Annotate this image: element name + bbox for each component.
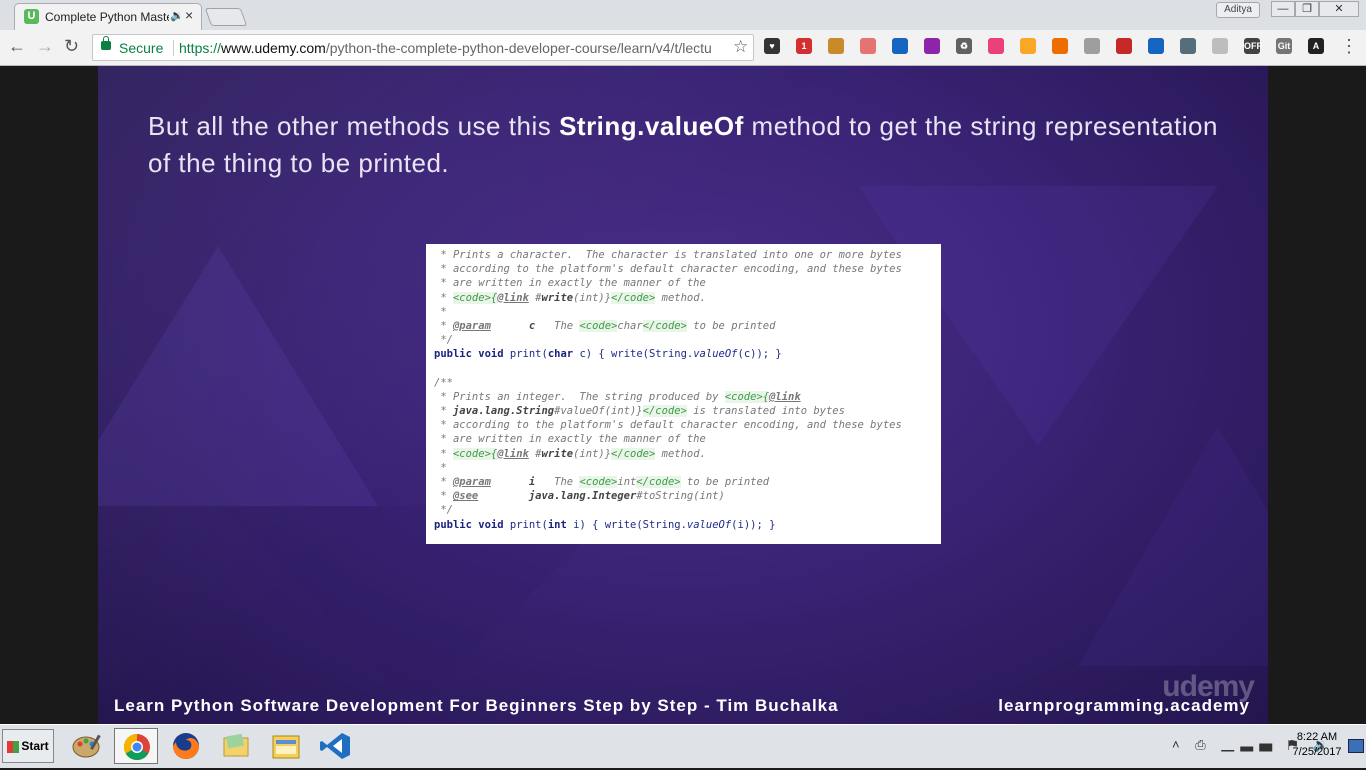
code-line: public void print(int i) { write(String.… <box>434 518 776 531</box>
explorer-taskbar-icon[interactable] <box>264 728 308 764</box>
ruler-icon[interactable] <box>828 38 844 54</box>
opera-badge-icon[interactable]: 1 <box>796 38 812 54</box>
code-line: public void print(char c) { write(String… <box>434 348 782 361</box>
vscode-taskbar-icon[interactable] <box>314 728 358 764</box>
lastpass-icon[interactable] <box>1116 38 1132 54</box>
close-window-button[interactable]: ✕ <box>1319 1 1359 17</box>
url-text[interactable]: https://www.udemy.com/python-the-complet… <box>179 40 724 56</box>
omnibox-separator <box>173 40 174 56</box>
code-line: * <box>434 461 447 474</box>
pocket-icon[interactable]: ♥ <box>764 38 780 54</box>
account-icon[interactable]: A <box>1308 38 1324 54</box>
taskbar: Start ˄ ⎙ ▁▃▅ ⚑ 🔉 8:22 AM 7/25/2017 <box>0 724 1366 768</box>
bookmark-star-icon[interactable]: ☆ <box>733 37 748 57</box>
chrome-taskbar-icon[interactable] <box>114 728 158 764</box>
address-bar[interactable]: Secure https://www.udemy.com/python-the-… <box>92 34 754 61</box>
code-line: * <code>{@link #write(int)}</code> metho… <box>434 447 706 460</box>
heading-bold-term: String.valueOf <box>559 111 744 141</box>
hex-icon[interactable] <box>1084 38 1100 54</box>
code-line: * according to the platform's default ch… <box>434 419 902 432</box>
tab-title: Complete Python Maste <box>45 10 169 24</box>
url-host: www.udemy.com <box>221 40 326 56</box>
bg-shape <box>1078 426 1268 666</box>
colorwheel-icon[interactable] <box>924 38 940 54</box>
profile-button[interactable]: Aditya <box>1216 2 1260 18</box>
gradient-icon[interactable] <box>988 38 1004 54</box>
new-tab-button[interactable] <box>204 8 248 26</box>
code-snippet: * Prints a character. The character is t… <box>426 244 941 544</box>
gitzip-icon[interactable]: Git <box>1276 38 1292 54</box>
code-line: * <box>434 305 447 318</box>
paint-taskbar-icon[interactable] <box>64 728 108 764</box>
note-icon[interactable] <box>1020 38 1036 54</box>
code-line: * @param c The <code>char</code> to be p… <box>434 319 776 332</box>
forward-button[interactable]: → <box>36 36 54 57</box>
lecture-slide: But all the other methods use this Strin… <box>98 66 1268 724</box>
off-icon[interactable]: OFF <box>1244 38 1262 54</box>
start-button[interactable]: Start <box>2 729 54 763</box>
slide-heading: But all the other methods use this Strin… <box>148 108 1218 182</box>
windows-flag-icon <box>7 740 20 753</box>
code-line: * <code>{@link #write(int)}</code> metho… <box>434 291 706 304</box>
heading-text-before: But all the other methods use this <box>148 111 560 141</box>
bg-shape <box>98 246 378 506</box>
secure-label[interactable]: Secure <box>119 40 163 56</box>
restore-button[interactable]: ❐ <box>1295 1 1319 17</box>
firefox-taskbar-icon[interactable] <box>164 728 208 764</box>
url-path: /python-the-complete-python-developer-co… <box>325 40 712 56</box>
browser-toolbar: ← → ↻ Secure https://www.udemy.com/pytho… <box>0 30 1366 66</box>
folder-taskbar-icon[interactable] <box>214 728 258 764</box>
code-line: */ <box>434 334 453 347</box>
panel-icon[interactable] <box>860 38 876 54</box>
clock[interactable]: 8:22 AM 7/25/2017 <box>1288 730 1346 760</box>
start-label: Start <box>21 739 49 753</box>
course-title-footer: Learn Python Software Development For Be… <box>114 696 839 715</box>
code-line: * are written in exactly the manner of t… <box>434 277 706 290</box>
lock-icon <box>101 36 111 50</box>
bowl-icon[interactable] <box>1052 38 1068 54</box>
back-button[interactable]: ← <box>8 36 26 57</box>
audio-playing-icon[interactable]: 🔉 <box>170 9 184 22</box>
code-line: */ <box>434 504 453 517</box>
minimize-button[interactable]: — <box>1271 1 1295 17</box>
clock-date: 7/25/2017 <box>1292 746 1342 758</box>
site-footer: learnprogramming.academy <box>998 696 1250 715</box>
circle-icon[interactable] <box>1212 38 1228 54</box>
code-line: * java.lang.String#valueOf(int)}</code> … <box>434 405 845 418</box>
code-line: /** <box>434 376 453 389</box>
show-desktop-icon[interactable] <box>1348 739 1364 753</box>
code-line: * according to the platform's default ch… <box>434 263 902 276</box>
save-icon[interactable] <box>1148 38 1164 54</box>
code-line: * Prints an integer. The string produced… <box>434 390 801 403</box>
tab-close-icon[interactable]: × <box>185 7 193 23</box>
recycle-icon[interactable]: ♻ <box>956 38 972 54</box>
code-line: * are written in exactly the manner of t… <box>434 433 706 446</box>
video-player[interactable]: But all the other methods use this Strin… <box>0 66 1366 724</box>
browser-tab[interactable]: U Complete Python Maste 🔉 × <box>14 3 202 30</box>
code-line: * Prints a character. The character is t… <box>434 249 902 261</box>
tab-strip: U Complete Python Maste 🔉 × Aditya — ❐ ✕ <box>0 0 1366 30</box>
copy-icon[interactable] <box>1180 38 1196 54</box>
clock-time: 8:22 AM <box>1296 731 1338 743</box>
url-scheme: https:// <box>179 40 222 56</box>
code-line: * @param i The <code>int</code> to be pr… <box>434 476 770 488</box>
code-line: * @see java.lang.Integer#toString(int) <box>434 490 725 503</box>
chrome-menu-icon[interactable]: ⋮ <box>1340 36 1358 57</box>
reload-button[interactable]: ↻ <box>64 36 79 57</box>
eyedropper-icon[interactable] <box>892 38 908 54</box>
udemy-favicon-icon: U <box>24 9 39 24</box>
